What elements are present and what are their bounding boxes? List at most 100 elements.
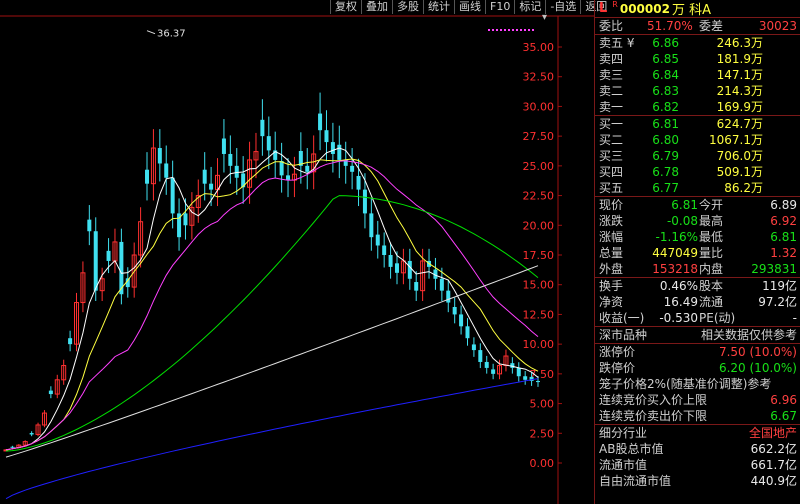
quote-panel: L R 000002 万 科A 委比 51.70% 委差 30023 卖五 ¥ 6…	[594, 0, 800, 504]
sell-row: 卖一 6.82 169.9万	[595, 99, 800, 115]
sell-row: 卖三 6.84 147.1万	[595, 67, 800, 83]
candle	[253, 132, 259, 179]
quote-label-2: 最低	[699, 230, 724, 244]
buy-row: 买三 6.79 706.0万	[595, 148, 800, 164]
quote-row: 外盘 153218 内盘 293831	[595, 261, 800, 277]
cage-value: 6.96	[770, 393, 797, 407]
candle	[189, 192, 195, 240]
candle	[516, 362, 521, 382]
cap-row: 自由流通市值 440.9亿	[595, 473, 800, 489]
stock-code: 000002	[619, 1, 670, 16]
quote-value: 153218	[652, 262, 698, 276]
candle	[459, 305, 464, 335]
candle	[112, 228, 118, 274]
candle	[337, 125, 342, 179]
toolbar-button-7[interactable]: -自选	[545, 0, 580, 14]
buy-book: 买一 6.81 624.7万 买二 6.80 1067.1万 买三 6.79 706.0万 买四 6…	[595, 115, 800, 196]
candle	[318, 92, 323, 151]
quote-label-2: 量比	[699, 246, 724, 260]
buy-volume: 509.1万	[716, 165, 763, 179]
sell-row: 卖二 6.83 214.3万	[595, 83, 800, 99]
stats-value-2: 97.2亿	[758, 295, 797, 309]
quote-label: 涨跌	[599, 214, 624, 228]
sell-price: 6.82	[652, 100, 679, 114]
toolbar-button-4[interactable]: 画线	[454, 0, 485, 14]
toolbar-button-5[interactable]: F10	[485, 0, 514, 14]
sell-volume: 246.3万	[716, 36, 763, 50]
cage-block: 连续竞价买入价上限 6.96 连续竞价卖出价下限 6.67	[595, 392, 800, 424]
candle	[164, 145, 169, 195]
candle	[106, 238, 111, 274]
ma20-line	[5, 160, 539, 451]
candle	[330, 122, 335, 173]
buy-level-label: 买一	[599, 117, 624, 131]
stats-label-2: 股本	[699, 279, 724, 293]
weibi-value: 51.70%	[647, 19, 693, 33]
candle	[48, 386, 53, 399]
buy-volume: 624.7万	[716, 117, 763, 131]
y-tick-label: 27.50	[523, 130, 555, 143]
buy-level-label: 买三	[599, 149, 624, 163]
cap-row: 流通市值 661.7亿	[595, 457, 800, 473]
toolbar-button-2[interactable]: 多股	[392, 0, 423, 14]
toolbar-button-0[interactable]: 复权	[330, 0, 361, 14]
toolbar-button-1[interactable]: 叠加	[361, 0, 392, 14]
sell-price: 6.83	[652, 84, 679, 98]
cage-label: 连续竞价买入价上限	[599, 393, 708, 407]
kline-chart[interactable]: ▾ 35.00 32.50 30.00 27.50 25.00 22.50 20.00 17.5…	[0, 0, 594, 504]
sell-volume: 147.1万	[716, 68, 763, 82]
weibi-label: 委比	[599, 19, 624, 33]
flag-l: L	[599, 1, 608, 16]
ma60-line	[5, 195, 539, 452]
quote-row: 现价 6.81 今开 6.89	[595, 197, 800, 213]
y-tick-label: 25.00	[523, 160, 555, 173]
market-row: 深市品种 相关数据仅供参考	[595, 326, 800, 343]
candle	[375, 220, 380, 259]
cage-label: 连续竞价卖出价下限	[599, 409, 708, 423]
cap-value: 440.9亿	[750, 474, 797, 488]
sell-level-label: 卖一	[599, 100, 624, 114]
caps-block: AB股总市值 662.2亿 流通市值 661.7亿 自由流通市值 440.9亿	[595, 441, 800, 489]
stock-header: L R 000002 万 科A	[595, 0, 800, 18]
limit-label: 涨停价	[599, 345, 636, 359]
buy-price: 6.78	[652, 165, 679, 179]
quote-row: 涨幅 -1.16% 最低 6.81	[595, 229, 800, 245]
toolbar-button-6[interactable]: 标记	[514, 0, 545, 14]
candle	[87, 205, 92, 246]
candle	[503, 349, 509, 372]
candle	[369, 198, 374, 251]
candle	[266, 116, 271, 170]
cage-value: 6.67	[770, 409, 797, 423]
candle	[119, 228, 124, 305]
quote-label-2: 最高	[699, 214, 724, 228]
weicha-label: 委差	[699, 19, 724, 33]
cap-label: AB股总市值	[599, 442, 664, 456]
limit-value: 7.50 (10.0%)	[718, 345, 797, 359]
candle	[471, 337, 476, 357]
stats-value: -0.530	[659, 311, 698, 325]
stats-value-2: 119亿	[762, 279, 797, 293]
candle	[305, 148, 310, 190]
ma250-line	[5, 378, 539, 500]
buy-row: 买五 6.77 86.2万	[595, 180, 800, 196]
kline-svg[interactable]: ▾35.0032.5030.0027.5025.0022.5020.0017.5…	[0, 0, 594, 504]
candle	[35, 422, 41, 437]
cage-title: 笼子价格2%(随基准价调整)参考	[599, 377, 772, 391]
toolbar-button-3[interactable]: 统计	[423, 0, 454, 14]
quote-row: 总量 447049 量比 1.32	[595, 245, 800, 261]
candle	[215, 158, 221, 207]
candle	[41, 410, 47, 428]
industry-value: 全国地产	[748, 426, 797, 440]
cap-value: 662.2亿	[750, 442, 797, 456]
candle	[446, 280, 451, 313]
y-tick-label: 0.00	[530, 457, 555, 470]
weibi-row: 委比 51.70% 委差 30023	[595, 17, 800, 34]
candle	[484, 355, 489, 374]
y-tick-label: 15.00	[523, 279, 555, 292]
cap-label: 自由流通市值	[599, 474, 672, 488]
candle	[80, 261, 86, 313]
ma10-line	[5, 158, 539, 451]
candle	[407, 248, 412, 290]
buy-row: 买四 6.78 509.1万	[595, 164, 800, 180]
cage-row: 连续竞价卖出价下限 6.67	[595, 408, 800, 424]
